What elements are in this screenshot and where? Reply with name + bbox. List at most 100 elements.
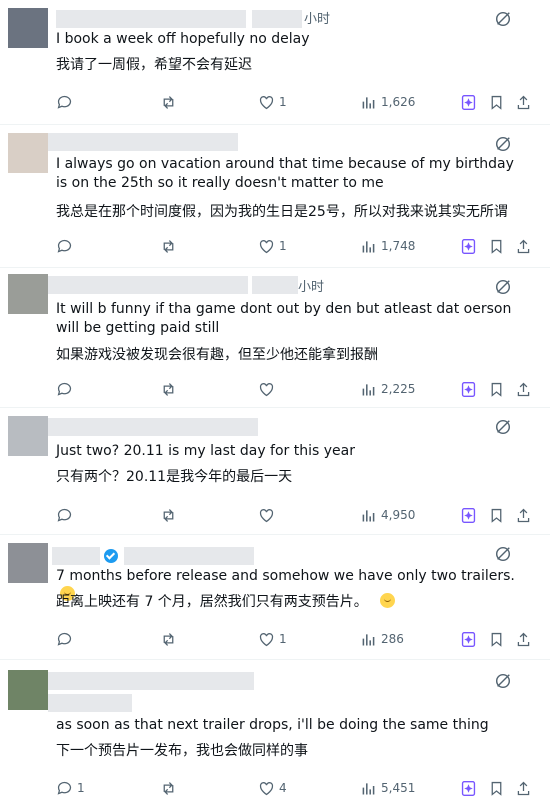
smile-emoji-icon	[379, 593, 395, 608]
post-actions: 1 1,748	[0, 236, 550, 256]
share-icon	[517, 781, 530, 795]
repost-icon	[163, 239, 174, 253]
grok-corner-icon[interactable]	[494, 10, 512, 28]
grok-button[interactable]	[460, 778, 477, 798]
share-icon	[517, 239, 530, 253]
like-button[interactable]: 1	[258, 236, 287, 256]
share-icon	[517, 508, 530, 522]
repost-button[interactable]	[160, 629, 181, 649]
bookmark-button[interactable]	[488, 92, 505, 112]
repost-button[interactable]	[160, 92, 181, 112]
grok-button[interactable]	[460, 236, 477, 256]
view-count: 286	[381, 632, 404, 646]
views-button[interactable]: 1,626	[360, 92, 415, 112]
reply-feed: 小时 I book a week off hopefully no delay …	[0, 0, 550, 807]
reply-button[interactable]: 1	[56, 778, 85, 798]
repost-icon	[163, 781, 174, 795]
like-button[interactable]	[258, 379, 279, 399]
author-handle	[124, 547, 254, 565]
grok-corner-icon[interactable]	[494, 672, 512, 690]
repost-button[interactable]	[160, 379, 181, 399]
views-button[interactable]: 286	[360, 629, 404, 649]
post-time: 小时	[298, 280, 325, 295]
avatar[interactable]	[8, 133, 48, 173]
repost-button[interactable]	[160, 236, 181, 256]
avatar[interactable]	[8, 670, 48, 710]
avatar[interactable]	[8, 274, 48, 314]
reply-post[interactable]: I always go on vacation around that time…	[0, 125, 550, 268]
share-button[interactable]	[515, 505, 532, 525]
avatar[interactable]	[8, 416, 48, 456]
like-button[interactable]: 1	[258, 629, 287, 649]
bookmark-button[interactable]	[488, 505, 505, 525]
bookmark-icon	[491, 781, 502, 796]
views-button[interactable]: 1,748	[360, 236, 415, 256]
author-name[interactable]	[52, 547, 100, 565]
grok-corner-icon[interactable]	[494, 545, 512, 563]
view-count: 5,451	[381, 781, 416, 795]
avatar[interactable]	[8, 8, 48, 48]
views-button[interactable]: 4,950	[360, 505, 415, 525]
repost-button[interactable]	[160, 505, 181, 525]
share-button[interactable]	[515, 92, 532, 112]
grok-button[interactable]	[460, 629, 477, 649]
like-button[interactable]: 4	[258, 778, 287, 798]
repost-icon	[163, 632, 174, 646]
share-icon	[517, 632, 530, 646]
post-text: as soon as that next trailer drops, i'll…	[56, 717, 489, 733]
reply-icon	[57, 95, 72, 109]
reply-icon	[57, 508, 72, 522]
repost-button[interactable]	[160, 778, 181, 798]
grok-corner-icon[interactable]	[494, 278, 512, 296]
heart-icon	[259, 382, 274, 396]
post-translation: 距离上映还有 7 个月，居然我们只有两支预告片。	[56, 593, 522, 612]
grok-button[interactable]	[460, 379, 477, 399]
grok-button[interactable]	[460, 505, 477, 525]
post-translation: 只有两个？20.11是我今年的最后一天	[56, 469, 293, 485]
reply-icon	[57, 239, 72, 253]
author-name[interactable]	[56, 10, 246, 28]
grok-icon	[461, 238, 476, 254]
views-icon	[362, 240, 375, 252]
share-button[interactable]	[515, 629, 532, 649]
reply-icon	[57, 781, 72, 795]
grok-button[interactable]	[460, 92, 477, 112]
like-button[interactable]	[258, 505, 279, 525]
author-name[interactable]	[48, 672, 254, 690]
grok-icon	[461, 381, 476, 397]
share-button[interactable]	[515, 236, 532, 256]
reply-post[interactable]: as soon as that next trailer drops, i'll…	[0, 660, 550, 807]
share-icon	[517, 382, 530, 396]
reply-button[interactable]	[56, 505, 77, 525]
post-translation: 我请了一周假，希望不会有延迟	[56, 57, 252, 73]
grok-icon	[461, 631, 476, 647]
reply-post[interactable]: 小时 I book a week off hopefully no delay …	[0, 0, 550, 125]
reply-post[interactable]: 小时 It will b funny if tha game dont out …	[0, 268, 550, 408]
reply-button[interactable]	[56, 236, 77, 256]
reply-post[interactable]: 7 months before release and somehow we h…	[0, 535, 550, 660]
bookmark-button[interactable]	[488, 236, 505, 256]
post-actions: 4,950	[0, 505, 550, 525]
views-button[interactable]: 2,225	[360, 379, 415, 399]
reply-button[interactable]	[56, 379, 77, 399]
reply-post[interactable]: Just two? 20.11 is my last day for this …	[0, 408, 550, 535]
like-count: 1	[279, 239, 287, 253]
share-button[interactable]	[515, 379, 532, 399]
verified-badge-icon	[104, 549, 118, 563]
post-text: It will b funny if tha game dont out by …	[56, 301, 512, 336]
bookmark-button[interactable]	[488, 778, 505, 798]
author-name[interactable]	[48, 276, 248, 294]
author-name[interactable]	[48, 418, 258, 436]
bookmark-button[interactable]	[488, 629, 505, 649]
grok-corner-icon[interactable]	[494, 418, 512, 436]
share-button[interactable]	[515, 778, 532, 798]
view-count: 2,225	[381, 382, 416, 396]
views-button[interactable]: 5,451	[360, 778, 415, 798]
grok-corner-icon[interactable]	[494, 135, 512, 153]
reply-button[interactable]	[56, 92, 77, 112]
like-button[interactable]: 1	[258, 92, 287, 112]
bookmark-button[interactable]	[488, 379, 505, 399]
author-name[interactable]	[48, 133, 238, 151]
avatar[interactable]	[8, 543, 48, 583]
reply-button[interactable]	[56, 629, 77, 649]
